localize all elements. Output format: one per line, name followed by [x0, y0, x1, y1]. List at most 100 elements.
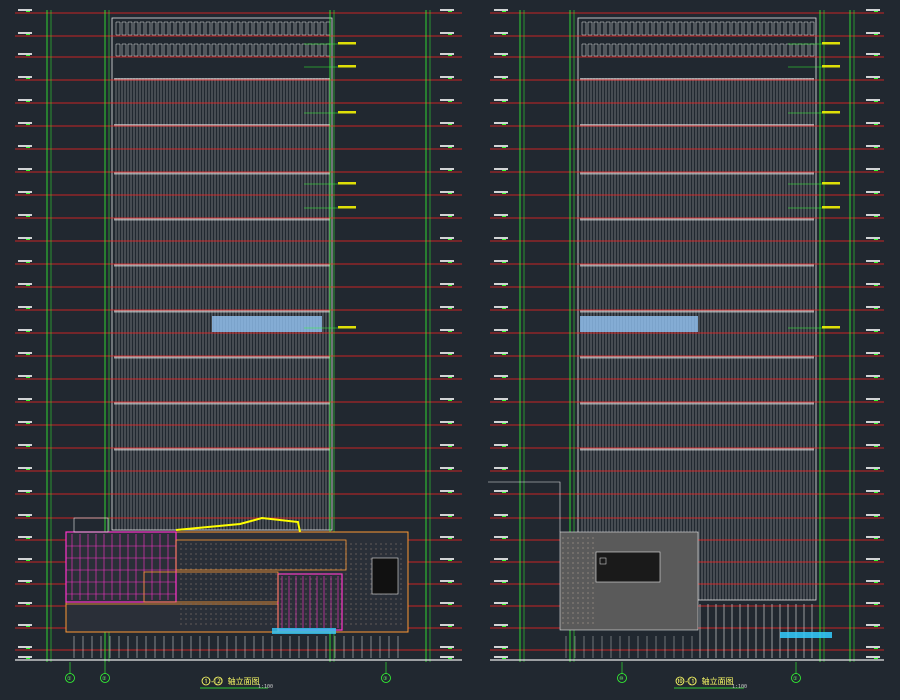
- level-tick: [26, 516, 30, 517]
- level-tag: [866, 602, 880, 604]
- level-tick: [874, 331, 878, 332]
- level-tick: [26, 262, 30, 263]
- tower-crown: [581, 21, 815, 57]
- level-tag: [494, 283, 508, 285]
- level-tag: [866, 306, 880, 308]
- level-tag: [440, 490, 454, 492]
- grid-bubble-label: ③: [383, 676, 388, 682]
- level-tick: [874, 262, 878, 263]
- level-tag: [18, 76, 32, 78]
- level-tick: [874, 285, 878, 286]
- level-tick: [26, 538, 30, 539]
- callout-tag: [822, 182, 840, 185]
- level-tag: [866, 558, 880, 560]
- level-tag: [494, 329, 508, 331]
- level-tick: [448, 55, 452, 56]
- tower-outline: [577, 17, 817, 601]
- level-tag: [494, 375, 508, 377]
- level-tick: [26, 648, 30, 649]
- level-tag: [440, 283, 454, 285]
- level-tag: [494, 656, 508, 658]
- level-tag: [18, 646, 32, 648]
- right-elevation-sheet: [488, 9, 884, 662]
- rooftop-unit: [73, 517, 109, 533]
- tower-crown: [115, 21, 331, 57]
- level-tag: [18, 624, 32, 626]
- left-elevation-sheet: [15, 9, 462, 662]
- right-elevation-title-text: ⑩-① 轴立面图: [676, 676, 734, 686]
- level-tick: [502, 101, 506, 102]
- level-tick: [874, 560, 878, 561]
- level-tag: [494, 558, 508, 560]
- level-tag: [18, 375, 32, 377]
- level-tag: [440, 646, 454, 648]
- level-tick: [448, 469, 452, 470]
- level-tag: [440, 145, 454, 147]
- level-tick: [448, 354, 452, 355]
- level-tick: [874, 516, 878, 517]
- level-tag: [494, 514, 508, 516]
- left-elevation-title: ①-② 轴立面图 1:100: [200, 676, 273, 690]
- right-cyan-canopy: [780, 632, 832, 638]
- level-tag: [866, 283, 880, 285]
- cad-elevation-drawing: ①-② 轴立面图 1:100 ⑩-① 轴立面图 1:100 ① ② ③ ⑩ ①: [15, 9, 884, 690]
- callout-tag: [338, 326, 356, 329]
- level-tick: [502, 331, 506, 332]
- level-tick: [448, 446, 452, 447]
- left-elevation-title-text: ①-② 轴立面图: [202, 676, 260, 686]
- level-tick: [26, 78, 30, 79]
- level-tag: [494, 168, 508, 170]
- level-tag: [18, 260, 32, 262]
- level-tick: [26, 354, 30, 355]
- level-tick: [502, 193, 506, 194]
- level-tick: [502, 239, 506, 240]
- level-tick: [874, 147, 878, 148]
- level-tag: [18, 283, 32, 285]
- level-tick: [448, 193, 452, 194]
- level-tag: [494, 191, 508, 193]
- level-tick: [502, 516, 506, 517]
- grid-bubble-label: ①: [67, 676, 72, 682]
- level-tag: [18, 9, 32, 11]
- right-elevation-scale: 1:100: [732, 684, 747, 690]
- level-tag: [440, 580, 454, 582]
- level-tag: [866, 444, 880, 446]
- level-tag: [440, 306, 454, 308]
- level-tick: [448, 262, 452, 263]
- level-tick: [502, 560, 506, 561]
- level-tick: [874, 538, 878, 539]
- level-tick: [502, 147, 506, 148]
- level-tag: [440, 352, 454, 354]
- level-tick: [448, 216, 452, 217]
- level-tag: [494, 536, 508, 538]
- level-tag: [494, 624, 508, 626]
- level-tag: [440, 9, 454, 11]
- callout-tag: [822, 326, 840, 329]
- level-tick: [874, 492, 878, 493]
- level-tick: [502, 423, 506, 424]
- level-tag: [494, 237, 508, 239]
- level-tick: [26, 604, 30, 605]
- level-tag: [440, 237, 454, 239]
- level-tick: [26, 308, 30, 309]
- level-tag: [440, 260, 454, 262]
- level-tick: [448, 658, 452, 659]
- level-tick: [448, 538, 452, 539]
- grid-bubble-label: ⑩: [619, 676, 624, 682]
- level-tick: [502, 582, 506, 583]
- level-tag: [18, 329, 32, 331]
- level-tick: [502, 78, 506, 79]
- level-tick: [448, 308, 452, 309]
- level-tag: [866, 467, 880, 469]
- level-tick: [874, 354, 878, 355]
- level-tag: [18, 306, 32, 308]
- level-tag: [440, 214, 454, 216]
- level-tag: [866, 421, 880, 423]
- level-tag: [440, 76, 454, 78]
- level-tag: [866, 237, 880, 239]
- level-tick: [448, 11, 452, 12]
- level-tick: [502, 469, 506, 470]
- level-tick: [26, 124, 30, 125]
- level-tick: [448, 560, 452, 561]
- level-tick: [502, 658, 506, 659]
